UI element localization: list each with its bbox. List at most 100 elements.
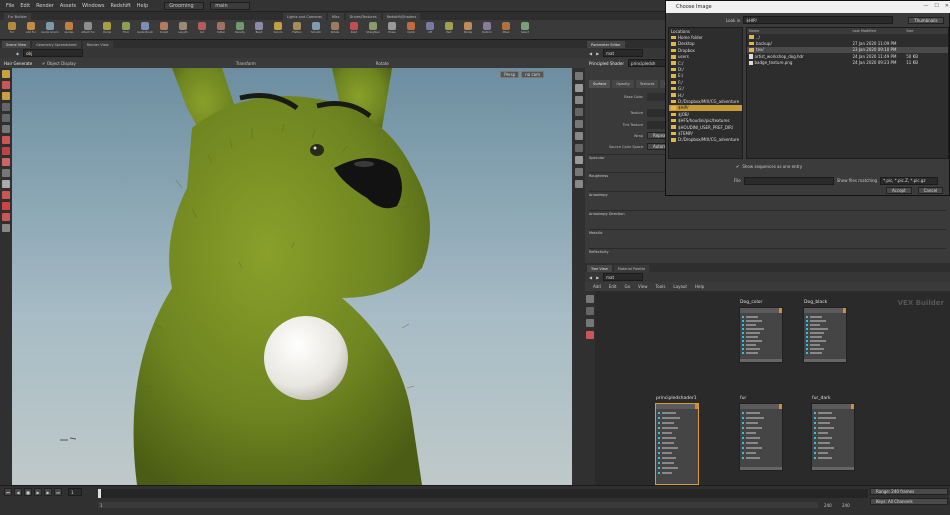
tab-tree-view[interactable]: Tree View [587, 265, 612, 272]
back-arrow-icon[interactable]: ◀ [589, 51, 592, 56]
net-menu-help[interactable]: Help [695, 284, 704, 289]
network-select-icon[interactable] [586, 295, 594, 303]
step-forward-icon[interactable]: ▶ [44, 488, 52, 496]
shelf-tool[interactable]: Cutter [213, 21, 229, 39]
object-display-toggle[interactable]: ✔ Object Display [42, 61, 76, 66]
display-options-icon[interactable] [574, 72, 583, 80]
net-menu-edit[interactable]: Edit [609, 284, 617, 289]
node-fur[interactable]: fur [739, 396, 783, 471]
network-layout-icon[interactable] [586, 307, 594, 315]
shelf-tool[interactable]: Length [175, 21, 191, 39]
shading-icon[interactable] [574, 96, 583, 104]
accept-button[interactable]: Accept [886, 187, 912, 194]
shelf-tool[interactable]: Cut [194, 21, 210, 39]
wireframe-icon[interactable] [574, 108, 583, 116]
settings-tool-icon[interactable] [2, 224, 10, 232]
net-menu-tools[interactable]: Tools [656, 284, 666, 289]
context-dropdown[interactable]: main [210, 1, 251, 10]
shelf-tool[interactable]: Lift [422, 21, 438, 39]
brush-tool-icon[interactable] [2, 147, 10, 155]
play-icon[interactable]: ▶ [34, 488, 42, 496]
maximize-icon[interactable]: ☐ [934, 3, 938, 9]
pin-tool-icon[interactable] [2, 213, 10, 221]
file-row[interactable]: artist_workshop_dog.hdr 24 Jan 2020 11:49… [747, 53, 948, 59]
view-tool-icon[interactable] [2, 125, 10, 133]
section-reflectivity[interactable]: Reflectivity [589, 248, 946, 256]
shelf-tab-lights[interactable]: Lights and Cameras [282, 13, 326, 20]
node-dog-color[interactable]: Dog_color [739, 300, 783, 363]
network-color-icon[interactable] [586, 331, 594, 339]
shelf-tool[interactable]: Attach Fur [80, 21, 96, 39]
scene-viewport[interactable]: Persp no cam [12, 68, 572, 485]
network-grid-icon[interactable] [586, 319, 594, 327]
shelf-tool[interactable]: Guide Brush [137, 21, 153, 39]
file-row[interactable]: badge_texture.png 24 Jan 2020 09:23 PM 11 … [747, 60, 948, 66]
shelf-tool[interactable]: Bend [251, 21, 267, 39]
range-button[interactable]: Range: 240 frames [870, 488, 948, 495]
net-menu-view[interactable]: View [638, 284, 648, 289]
shelf-tool[interactable]: Groom [270, 21, 286, 39]
pose-tool-icon[interactable] [2, 136, 10, 144]
shelf-tool[interactable]: Straighten [365, 21, 381, 39]
tab-parameter-editor[interactable]: Parameter Editor [587, 41, 625, 48]
close-icon[interactable]: ✕ [945, 3, 949, 9]
shelf-tool[interactable]: Erase [384, 21, 400, 39]
column-modified[interactable]: Last Modified [852, 29, 906, 33]
shelf-tool[interactable]: Sculpt [156, 21, 172, 39]
net-menu-go[interactable]: Go [625, 284, 631, 289]
current-frame-field[interactable]: 1 [68, 488, 82, 496]
keys-button[interactable]: Keys: All Channels [870, 498, 948, 505]
shelf-tab-drives[interactable]: Drives/Textures [345, 13, 381, 20]
back-arrow-icon[interactable]: ◀ [589, 275, 592, 280]
paint-tool-icon[interactable] [2, 158, 10, 166]
section-metallic[interactable]: Metallic [589, 229, 946, 237]
persp-button[interactable]: Persp [500, 71, 520, 78]
file-name-input[interactable] [743, 176, 834, 185]
lighting-icon[interactable] [574, 84, 583, 92]
shelf-tool[interactable]: Clump [99, 21, 115, 39]
desktop-dropdown[interactable]: Grooming [164, 1, 205, 10]
shelf-tool[interactable]: Mask [498, 21, 514, 39]
location-item[interactable]: D:/Dropbox/MIX/CG_adventure [669, 137, 742, 143]
minimize-icon[interactable]: — [923, 3, 928, 9]
snap-tool-icon[interactable] [2, 169, 10, 177]
forward-arrow-icon[interactable]: ▶ [596, 51, 599, 56]
shelf-tool[interactable]: Deform [479, 21, 495, 39]
timeline-range-slider[interactable] [98, 502, 818, 508]
step-back-icon[interactable]: ◀ [14, 488, 22, 496]
select-tool-icon[interactable] [2, 70, 10, 78]
shelf-tool[interactable]: Paint [346, 21, 362, 39]
viewport-path[interactable]: obj [23, 49, 84, 57]
menu-redshift[interactable]: Redshift [110, 3, 130, 9]
shelf-tool[interactable]: Add Fur [23, 21, 39, 39]
rotate-tool-icon[interactable] [2, 92, 10, 100]
measure-tool-icon[interactable] [2, 191, 10, 199]
range-end[interactable]: 240 [824, 503, 832, 508]
tab-scene-view[interactable]: Scene View [2, 41, 31, 48]
jump-end-icon[interactable]: ⏭ [54, 488, 62, 496]
shelf-tool[interactable]: Guides [61, 21, 77, 39]
net-menu-add[interactable]: Add [593, 284, 601, 289]
subtab-textures[interactable]: Textures [635, 80, 659, 88]
tab-geometry-spreadsheet[interactable]: Geometry Spreadsheet [32, 41, 81, 48]
shelf-tool[interactable]: Smooth [308, 21, 324, 39]
magnet-tool-icon[interactable] [2, 202, 10, 210]
filter-pattern-field[interactable]: *.pic, *.pic.Z, *.pic.gz [880, 176, 939, 185]
node-fur-dark[interactable]: fur_dark [811, 396, 855, 471]
visualize-icon[interactable] [574, 168, 583, 176]
view-mode-button[interactable]: Thumbnails [908, 16, 944, 24]
move-tool-icon[interactable] [2, 81, 10, 89]
camera-icon[interactable] [574, 180, 583, 188]
node-name-field[interactable]: principledsh [628, 59, 669, 67]
menu-render[interactable]: Render [36, 3, 54, 9]
menu-assets[interactable]: Assets [60, 3, 76, 9]
scale-tool-icon[interactable] [2, 103, 10, 111]
background-icon[interactable] [574, 156, 583, 164]
menu-help[interactable]: Help [137, 3, 148, 9]
shelf-tab-fur-builder[interactable]: Fur Builder [4, 13, 31, 20]
timeline-track[interactable] [98, 489, 868, 498]
column-name[interactable]: Name [747, 29, 852, 33]
subtab-opacity[interactable]: Opacity [612, 80, 634, 88]
tab-render-view[interactable]: Render View [82, 41, 113, 48]
forward-arrow-icon[interactable]: ▶ [596, 275, 599, 280]
